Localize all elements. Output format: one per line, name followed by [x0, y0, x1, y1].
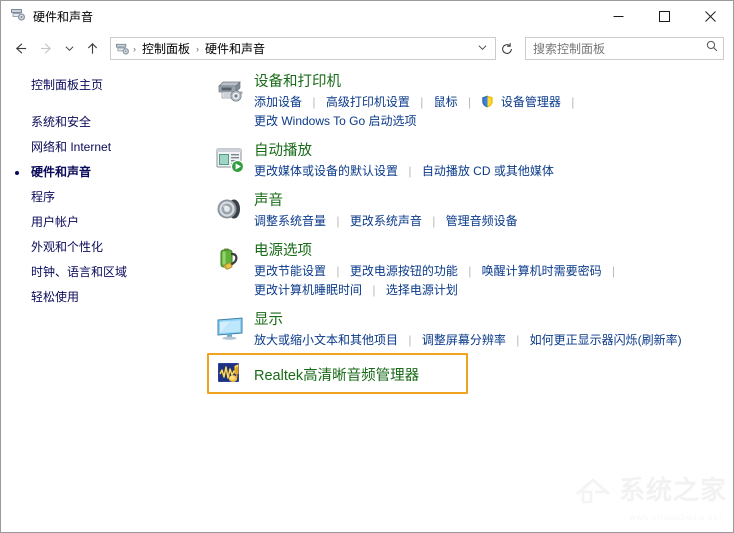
battery-power-icon [206, 242, 254, 276]
autoplay-icon [206, 142, 254, 176]
content-area: 设备和打印机 添加设备 | 高级打印机设置 | 鼠标 | [206, 65, 733, 532]
link-change-system-sounds[interactable]: 更改系统声音 [350, 214, 422, 228]
link-separator: | [329, 214, 346, 228]
link-separator: | [461, 264, 478, 278]
address-bar[interactable]: › 控制面板 › 硬件和声音 [110, 37, 496, 60]
section-devices-printers: 设备和打印机 添加设备 | 高级打印机设置 | 鼠标 | [206, 73, 733, 131]
link-adjust-resolution[interactable]: 调整屏幕分辨率 [422, 333, 506, 347]
link-separator: | [564, 95, 581, 109]
link-separator: | [425, 214, 442, 228]
recent-locations-button[interactable] [59, 36, 79, 62]
breadcrumb-item-control-panel[interactable]: 控制面板 [137, 39, 195, 58]
window-body: 控制面板主页 系统和安全 网络和 Internet 硬件和声音 程序 用户帐户 … [1, 65, 733, 532]
section-body: 声音 调整系统音量 | 更改系统声音 | 管理音频设备 [254, 192, 733, 231]
sidebar-item-ease-of-access[interactable]: 轻松使用 [1, 285, 206, 310]
control-panel-window: 硬件和声音 [0, 0, 734, 533]
section-links-line: 更改媒体或设备的默认设置 | 自动播放 CD 或其他媒体 [254, 162, 733, 181]
link-separator: | [401, 164, 418, 178]
title-bar: 硬件和声音 [1, 1, 733, 32]
realtek-row[interactable]: Realtek高清晰音频管理器 [206, 361, 733, 387]
section-title-display[interactable]: 显示 [254, 311, 283, 330]
minimize-button[interactable] [595, 1, 641, 32]
section-sound: 声音 调整系统音量 | 更改系统声音 | 管理音频设备 [206, 192, 733, 231]
sidebar-item-network-internet[interactable]: 网络和 Internet [1, 135, 206, 160]
chevron-down-icon[interactable] [472, 43, 493, 54]
link-separator: | [461, 95, 478, 109]
link-separator: | [509, 333, 526, 347]
search-input[interactable] [533, 42, 705, 56]
up-button[interactable] [79, 36, 105, 62]
close-button[interactable] [687, 1, 733, 32]
hardware-sound-icon [10, 6, 26, 27]
link-change-media-defaults[interactable]: 更改媒体或设备的默认设置 [254, 164, 398, 178]
monitor-icon [206, 311, 254, 345]
navigation-bar: › 控制面板 › 硬件和声音 [1, 32, 733, 65]
link-add-device[interactable]: 添加设备 [254, 95, 302, 109]
link-separator: | [413, 95, 430, 109]
section-power-options: 电源选项 更改节能设置 | 更改电源按钮的功能 | 唤醒计算机时需要密码 | 更… [206, 242, 733, 300]
sidebar-item-home[interactable]: 控制面板主页 [1, 73, 206, 98]
link-windows-to-go[interactable]: 更改 Windows To Go 启动选项 [254, 114, 416, 128]
section-links-line: 更改 Windows To Go 启动选项 [254, 112, 733, 131]
link-autoplay-cd[interactable]: 自动播放 CD 或其他媒体 [422, 164, 554, 178]
search-icon[interactable] [705, 39, 719, 58]
sidebar: 控制面板主页 系统和安全 网络和 Internet 硬件和声音 程序 用户帐户 … [1, 65, 206, 532]
link-adjust-volume[interactable]: 调整系统音量 [254, 214, 326, 228]
sidebar-item-appearance[interactable]: 外观和个性化 [1, 235, 206, 260]
sidebar-item-programs[interactable]: 程序 [1, 185, 206, 210]
realtek-audio-icon [206, 361, 254, 387]
link-mouse[interactable]: 鼠标 [434, 95, 458, 109]
breadcrumb-item-hardware-sound[interactable]: 硬件和声音 [200, 39, 270, 58]
search-box[interactable] [525, 37, 724, 60]
section-links-line: 调整系统音量 | 更改系统声音 | 管理音频设备 [254, 212, 733, 231]
link-change-sleep-time[interactable]: 更改计算机睡眠时间 [254, 283, 362, 297]
link-device-manager[interactable]: 设备管理器 [501, 95, 561, 109]
section-body: 电源选项 更改节能设置 | 更改电源按钮的功能 | 唤醒计算机时需要密码 | 更… [254, 242, 733, 300]
sidebar-item-clock-language-region[interactable]: 时钟、语言和区域 [1, 260, 206, 285]
realtek-audio-manager-label[interactable]: Realtek高清晰音频管理器 [254, 364, 419, 385]
link-separator: | [365, 283, 382, 297]
link-require-password-on-wake[interactable]: 唤醒计算机时需要密码 [482, 264, 602, 278]
section-title-power-options[interactable]: 电源选项 [254, 242, 312, 261]
link-advanced-printer-setup[interactable]: 高级打印机设置 [326, 95, 410, 109]
realtek-section: Realtek高清晰音频管理器 [206, 361, 733, 387]
section-links-line: 放大或缩小文本和其他项目 | 调整屏幕分辨率 | 如何更正显示器闪烁(刷新率) [254, 331, 733, 350]
section-title-sound[interactable]: 声音 [254, 192, 283, 211]
section-title-autoplay[interactable]: 自动播放 [254, 142, 312, 161]
section-title-devices-printers[interactable]: 设备和打印机 [254, 73, 341, 92]
address-bar-icon [115, 41, 130, 56]
sidebar-item-hardware-sound[interactable]: 硬件和声音 [1, 160, 206, 185]
window-title: 硬件和声音 [33, 8, 93, 25]
back-button[interactable] [7, 36, 33, 62]
link-resize-text[interactable]: 放大或缩小文本和其他项目 [254, 333, 398, 347]
sidebar-item-system-security[interactable]: 系统和安全 [1, 110, 206, 135]
link-separator: | [401, 333, 418, 347]
printer-device-icon [206, 73, 254, 109]
refresh-button[interactable] [496, 37, 518, 60]
section-links-line: 添加设备 | 高级打印机设置 | 鼠标 | [254, 93, 733, 112]
section-display: 显示 放大或缩小文本和其他项目 | 调整屏幕分辨率 | 如何更正显示器闪烁(刷新… [206, 311, 733, 350]
section-body: 自动播放 更改媒体或设备的默认设置 | 自动播放 CD 或其他媒体 [254, 142, 733, 181]
section-links-line: 更改节能设置 | 更改电源按钮的功能 | 唤醒计算机时需要密码 | [254, 262, 733, 281]
link-separator: | [329, 264, 346, 278]
link-separator: | [605, 264, 622, 278]
forward-button[interactable] [33, 36, 59, 62]
link-choose-power-plan[interactable]: 选择电源计划 [386, 283, 458, 297]
sidebar-item-user-accounts[interactable]: 用户帐户 [1, 210, 206, 235]
speaker-icon [206, 192, 254, 226]
uac-shield-icon [481, 95, 494, 108]
link-change-energy-settings[interactable]: 更改节能设置 [254, 264, 326, 278]
link-fix-flicker[interactable]: 如何更正显示器闪烁(刷新率) [530, 333, 682, 347]
maximize-button[interactable] [641, 1, 687, 32]
section-body: 设备和打印机 添加设备 | 高级打印机设置 | 鼠标 | [254, 73, 733, 131]
section-links-line: 更改计算机睡眠时间 | 选择电源计划 [254, 281, 733, 300]
section-body: 显示 放大或缩小文本和其他项目 | 调整屏幕分辨率 | 如何更正显示器闪烁(刷新… [254, 311, 733, 350]
section-autoplay: 自动播放 更改媒体或设备的默认设置 | 自动播放 CD 或其他媒体 [206, 142, 733, 181]
title-bar-left: 硬件和声音 [1, 6, 595, 27]
link-power-button-function[interactable]: 更改电源按钮的功能 [350, 264, 458, 278]
link-separator: | [305, 95, 322, 109]
link-manage-audio-devices[interactable]: 管理音频设备 [446, 214, 518, 228]
window-controls [595, 1, 733, 32]
